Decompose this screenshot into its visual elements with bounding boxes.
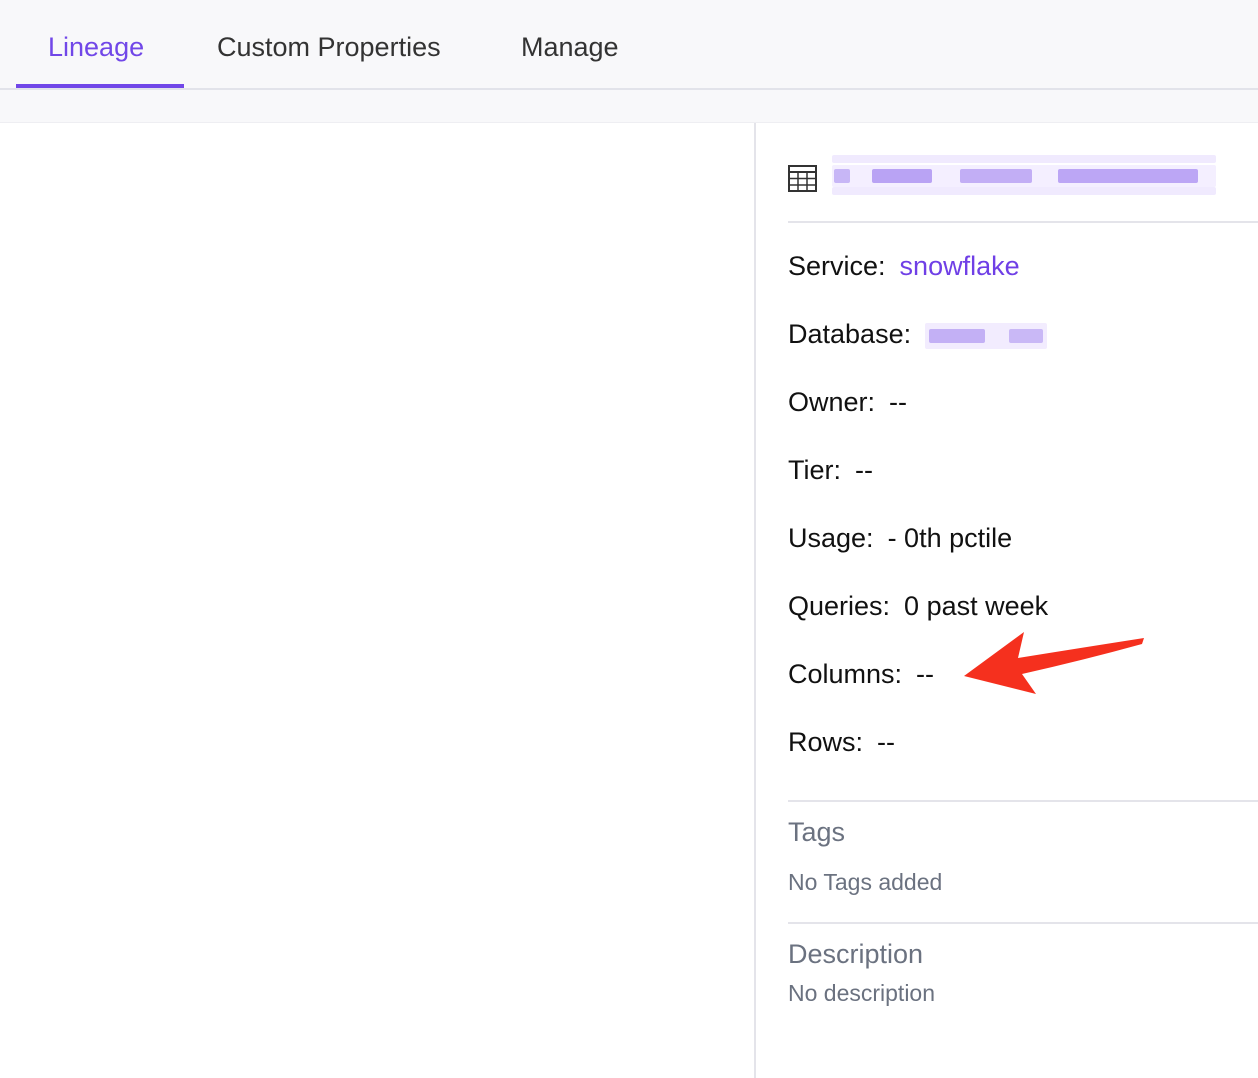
database-row: Database: [788, 319, 1048, 353]
entity-name-redacted[interactable] [832, 153, 1216, 197]
description-title: Description [788, 939, 924, 969]
rows-row: Rows: -- [788, 727, 895, 758]
tab-bar: Lineage Custom Properties Manage [0, 0, 1258, 90]
tags-divider [788, 800, 1258, 802]
tags-title: Tags [788, 817, 846, 847]
lineage-canvas[interactable] [0, 123, 754, 1078]
owner-row: Owner: -- [788, 387, 907, 418]
usage-value: - 0th pctile [887, 523, 1013, 553]
service-link[interactable]: snowflake [900, 251, 1020, 281]
description-divider [788, 922, 1258, 924]
tags-empty-text: No Tags added [788, 869, 943, 895]
tab-manage[interactable]: Manage [521, 0, 619, 88]
active-tab-indicator [16, 84, 184, 88]
rows-value: -- [877, 727, 895, 757]
tier-row: Tier: -- [788, 455, 873, 486]
table-icon [788, 165, 817, 192]
owner-value: -- [889, 387, 908, 417]
usage-row: Usage: - 0th pctile [788, 523, 1012, 554]
columns-row: Columns: -- [788, 659, 934, 690]
tier-label: Tier: [788, 455, 841, 485]
annotation-arrow-icon [964, 632, 1144, 694]
queries-label: Queries: [788, 591, 891, 621]
description-empty-text: No description [788, 980, 936, 1006]
usage-label: Usage: [788, 523, 874, 553]
owner-label: Owner: [788, 387, 876, 417]
service-label: Service: [788, 251, 886, 281]
database-value-redacted[interactable] [925, 319, 1048, 353]
database-label: Database: [788, 319, 912, 350]
tier-value: -- [855, 455, 873, 485]
rows-label: Rows: [788, 727, 864, 757]
tab-lineage[interactable]: Lineage [48, 0, 144, 88]
entity-summary-panel: Service: snowflake Database: Owner: -- Tie… [756, 123, 1258, 1078]
columns-value: -- [916, 659, 935, 689]
queries-value: 0 past week [904, 591, 1049, 621]
tab-custom-properties[interactable]: Custom Properties [217, 0, 441, 88]
tab-content-header [0, 90, 1258, 123]
columns-label: Columns: [788, 659, 903, 689]
service-row: Service: snowflake [788, 251, 1020, 282]
header-divider [788, 221, 1258, 223]
queries-row: Queries: 0 past week [788, 591, 1048, 622]
